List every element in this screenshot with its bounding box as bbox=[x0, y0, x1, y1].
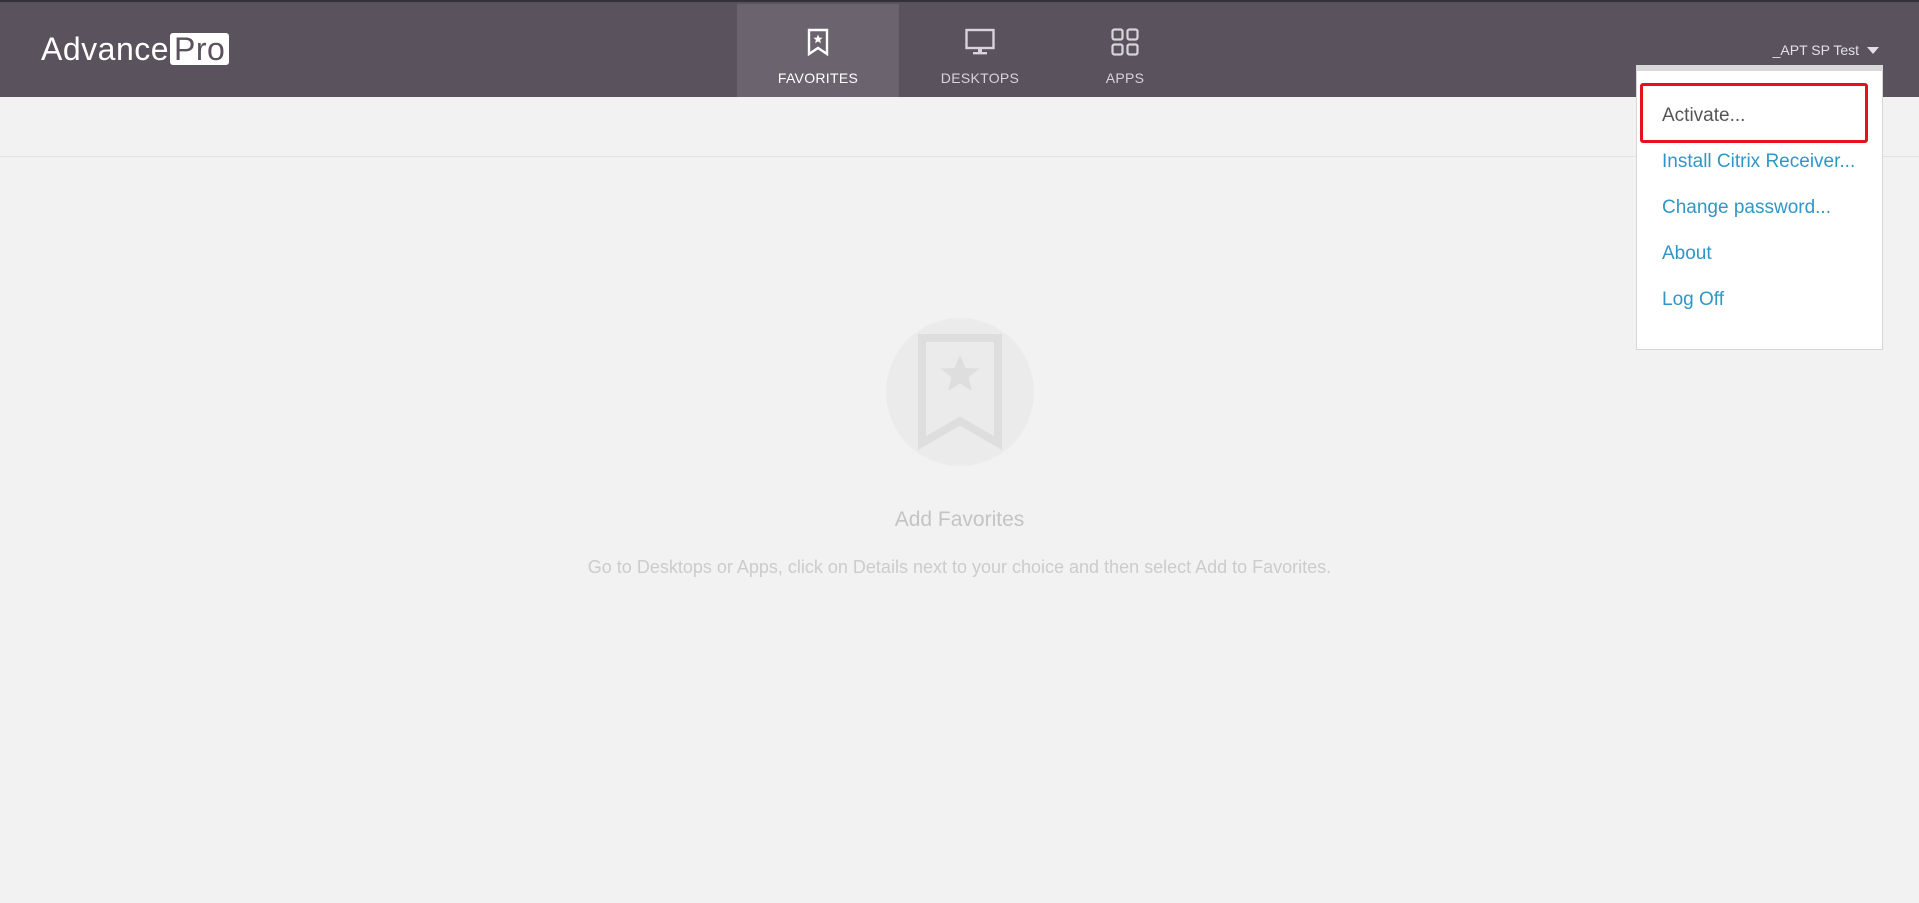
bookmark-star-icon bbox=[802, 26, 834, 58]
app-logo[interactable]: Advance Pro bbox=[41, 31, 230, 67]
monitor-icon bbox=[964, 26, 996, 58]
menu-item-activate[interactable]: Activate... bbox=[1662, 105, 1745, 127]
empty-state: Add Favorites Go to Desktops or Apps, cl… bbox=[0, 318, 1919, 578]
tab-desktops-label: DESKTOPS bbox=[940, 70, 1020, 86]
empty-state-bookmark-icon bbox=[885, 318, 1034, 466]
logo-word: Advance bbox=[41, 31, 170, 67]
user-name: _APT SP Test bbox=[1772, 42, 1859, 58]
user-menu-button[interactable]: _APT SP Test bbox=[1773, 42, 1879, 58]
empty-state-message: Go to Desktops or Apps, click on Details… bbox=[587, 557, 1332, 577]
main-nav: FAVORITES DESKTOPS APPS bbox=[737, 4, 1189, 99]
tab-favorites-label: FAVORITES bbox=[777, 70, 859, 86]
chevron-down-icon bbox=[1867, 46, 1879, 54]
empty-state-title: Add Favorites bbox=[894, 508, 1025, 531]
grid-icon bbox=[1109, 26, 1141, 58]
menu-item-log-off[interactable]: Log Off bbox=[1662, 289, 1724, 311]
tab-apps[interactable]: APPS bbox=[1061, 4, 1189, 99]
menu-item-change-password[interactable]: Change password... bbox=[1662, 197, 1831, 219]
tab-desktops[interactable]: DESKTOPS bbox=[899, 4, 1061, 99]
tab-apps-label: APPS bbox=[1105, 70, 1145, 86]
user-dropdown-menu: Activate... Install Citrix Receiver... C… bbox=[1636, 65, 1883, 350]
sub-toolbar bbox=[0, 97, 1919, 157]
menu-item-install-citrix-receiver[interactable]: Install Citrix Receiver... bbox=[1662, 151, 1855, 173]
top-bar: Advance Pro FAVORITES DESKTOPS APPS _APT… bbox=[0, 0, 1919, 99]
tab-favorites[interactable]: FAVORITES bbox=[737, 4, 899, 99]
logo-pro-box: Pro bbox=[170, 33, 230, 65]
menu-item-about[interactable]: About bbox=[1662, 243, 1712, 265]
